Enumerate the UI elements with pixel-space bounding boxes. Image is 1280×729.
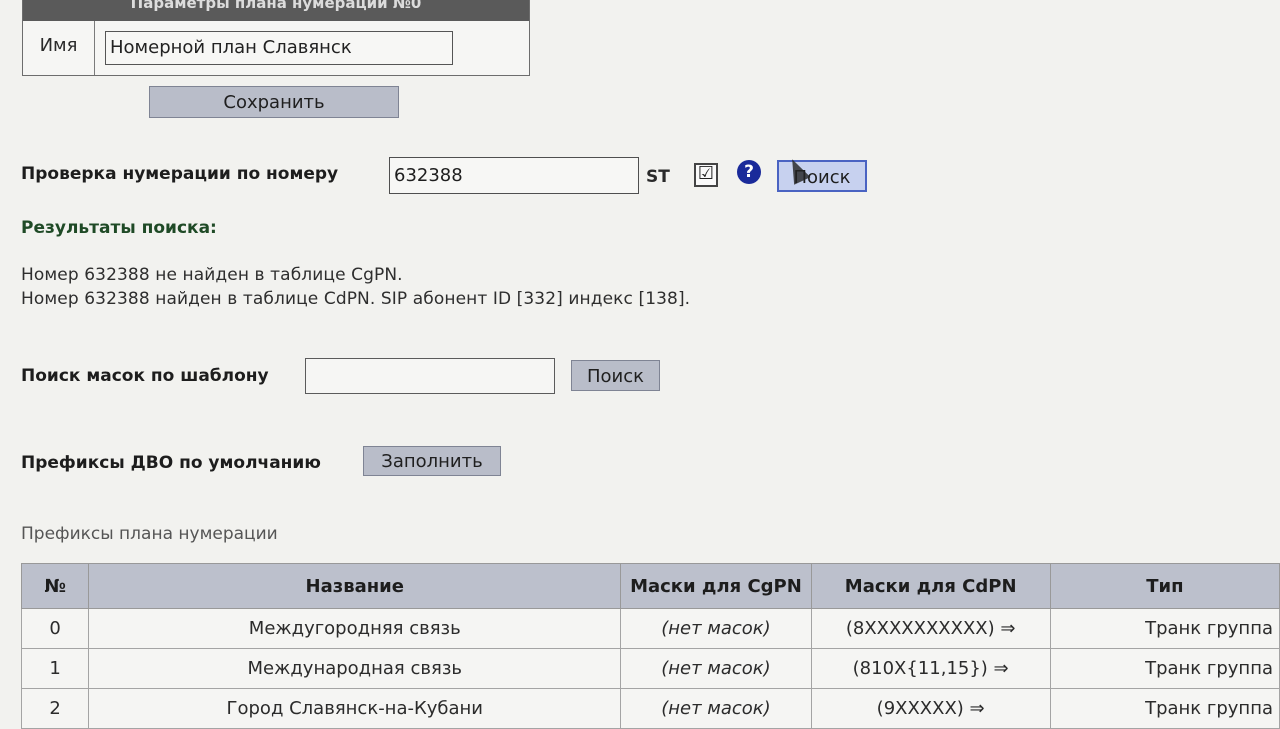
name-row: Имя Номерной план Славянск bbox=[23, 21, 529, 75]
prefixes-table: № Название Маски для CgPN Маски для CdPN… bbox=[20, 563, 1280, 729]
column-header-type[interactable]: Тип bbox=[1049, 563, 1280, 609]
cell-type: Транк группа bbox=[1049, 648, 1280, 689]
cell-cgpn: (нет масок) bbox=[620, 608, 812, 649]
number-check-input[interactable]: 632388 bbox=[389, 157, 639, 194]
cell-cdpn: (8XXXXXXXXXX) ⇒ bbox=[810, 608, 1051, 649]
column-header-name[interactable]: Название bbox=[88, 563, 622, 609]
cell-type: Транк группа bbox=[1049, 608, 1280, 649]
search-results-title: Результаты поиска: bbox=[21, 218, 217, 238]
default-prefixes-label: Префиксы ДВО по умолчанию bbox=[21, 453, 321, 473]
cell-no: 2 bbox=[20, 688, 90, 729]
st-label: ST bbox=[646, 167, 670, 187]
params-panel-header: Параметры плана нумерации №0 bbox=[23, 0, 529, 21]
number-check-label: Проверка нумерации по номеру bbox=[21, 164, 339, 184]
mask-search-button[interactable]: Поиск bbox=[571, 360, 660, 391]
cell-name[interactable]: Международная связь bbox=[88, 648, 622, 689]
cell-name[interactable]: Междугородняя связь bbox=[88, 608, 622, 649]
cell-type: Транк группа bbox=[1049, 688, 1280, 729]
st-checkbox[interactable]: ☑ bbox=[694, 163, 718, 187]
column-header-cdpn[interactable]: Маски для CdPN bbox=[810, 563, 1051, 609]
mask-search-input[interactable] bbox=[305, 358, 555, 394]
help-icon[interactable]: ? bbox=[737, 160, 761, 184]
cell-cgpn: (нет масок) bbox=[620, 648, 812, 689]
name-label: Имя bbox=[23, 21, 95, 75]
search-result-line: Номер 632388 не найден в таблице CgPN. bbox=[21, 265, 403, 285]
table-row[interactable]: 0 Междугородняя связь (нет масок) (8XXXX… bbox=[20, 608, 1280, 649]
cell-name[interactable]: Город Славянск-на-Кубани bbox=[88, 688, 622, 729]
fill-button[interactable]: Заполнить bbox=[363, 446, 501, 476]
cell-no: 0 bbox=[20, 608, 90, 649]
save-button[interactable]: Сохранить bbox=[149, 86, 399, 118]
column-header-no[interactable]: № bbox=[20, 563, 90, 609]
search-result-line: Номер 632388 найден в таблице CdPN. SIP … bbox=[21, 289, 691, 309]
plan-name-input[interactable]: Номерной план Славянск bbox=[105, 31, 453, 65]
cell-cdpn: (810X{11,15}) ⇒ bbox=[810, 648, 1051, 689]
table-row[interactable]: 1 Международная связь (нет масок) (810X{… bbox=[20, 648, 1280, 689]
numbering-plan-params-panel: Параметры плана нумерации №0 Имя Номерно… bbox=[22, 0, 530, 76]
table-row[interactable]: 2 Город Славянск-на-Кубани (нет масок) (… bbox=[20, 688, 1280, 729]
table-header-row: № Название Маски для CgPN Маски для CdPN… bbox=[20, 563, 1280, 609]
column-header-cgpn[interactable]: Маски для CgPN bbox=[620, 563, 812, 609]
cell-cdpn: (9XXXXX) ⇒ bbox=[810, 688, 1051, 729]
mask-search-label: Поиск масок по шаблону bbox=[21, 366, 269, 386]
cell-cgpn: (нет масок) bbox=[620, 688, 812, 729]
prefixes-table-caption: Префиксы плана нумерации bbox=[21, 524, 278, 544]
cell-no: 1 bbox=[20, 648, 90, 689]
